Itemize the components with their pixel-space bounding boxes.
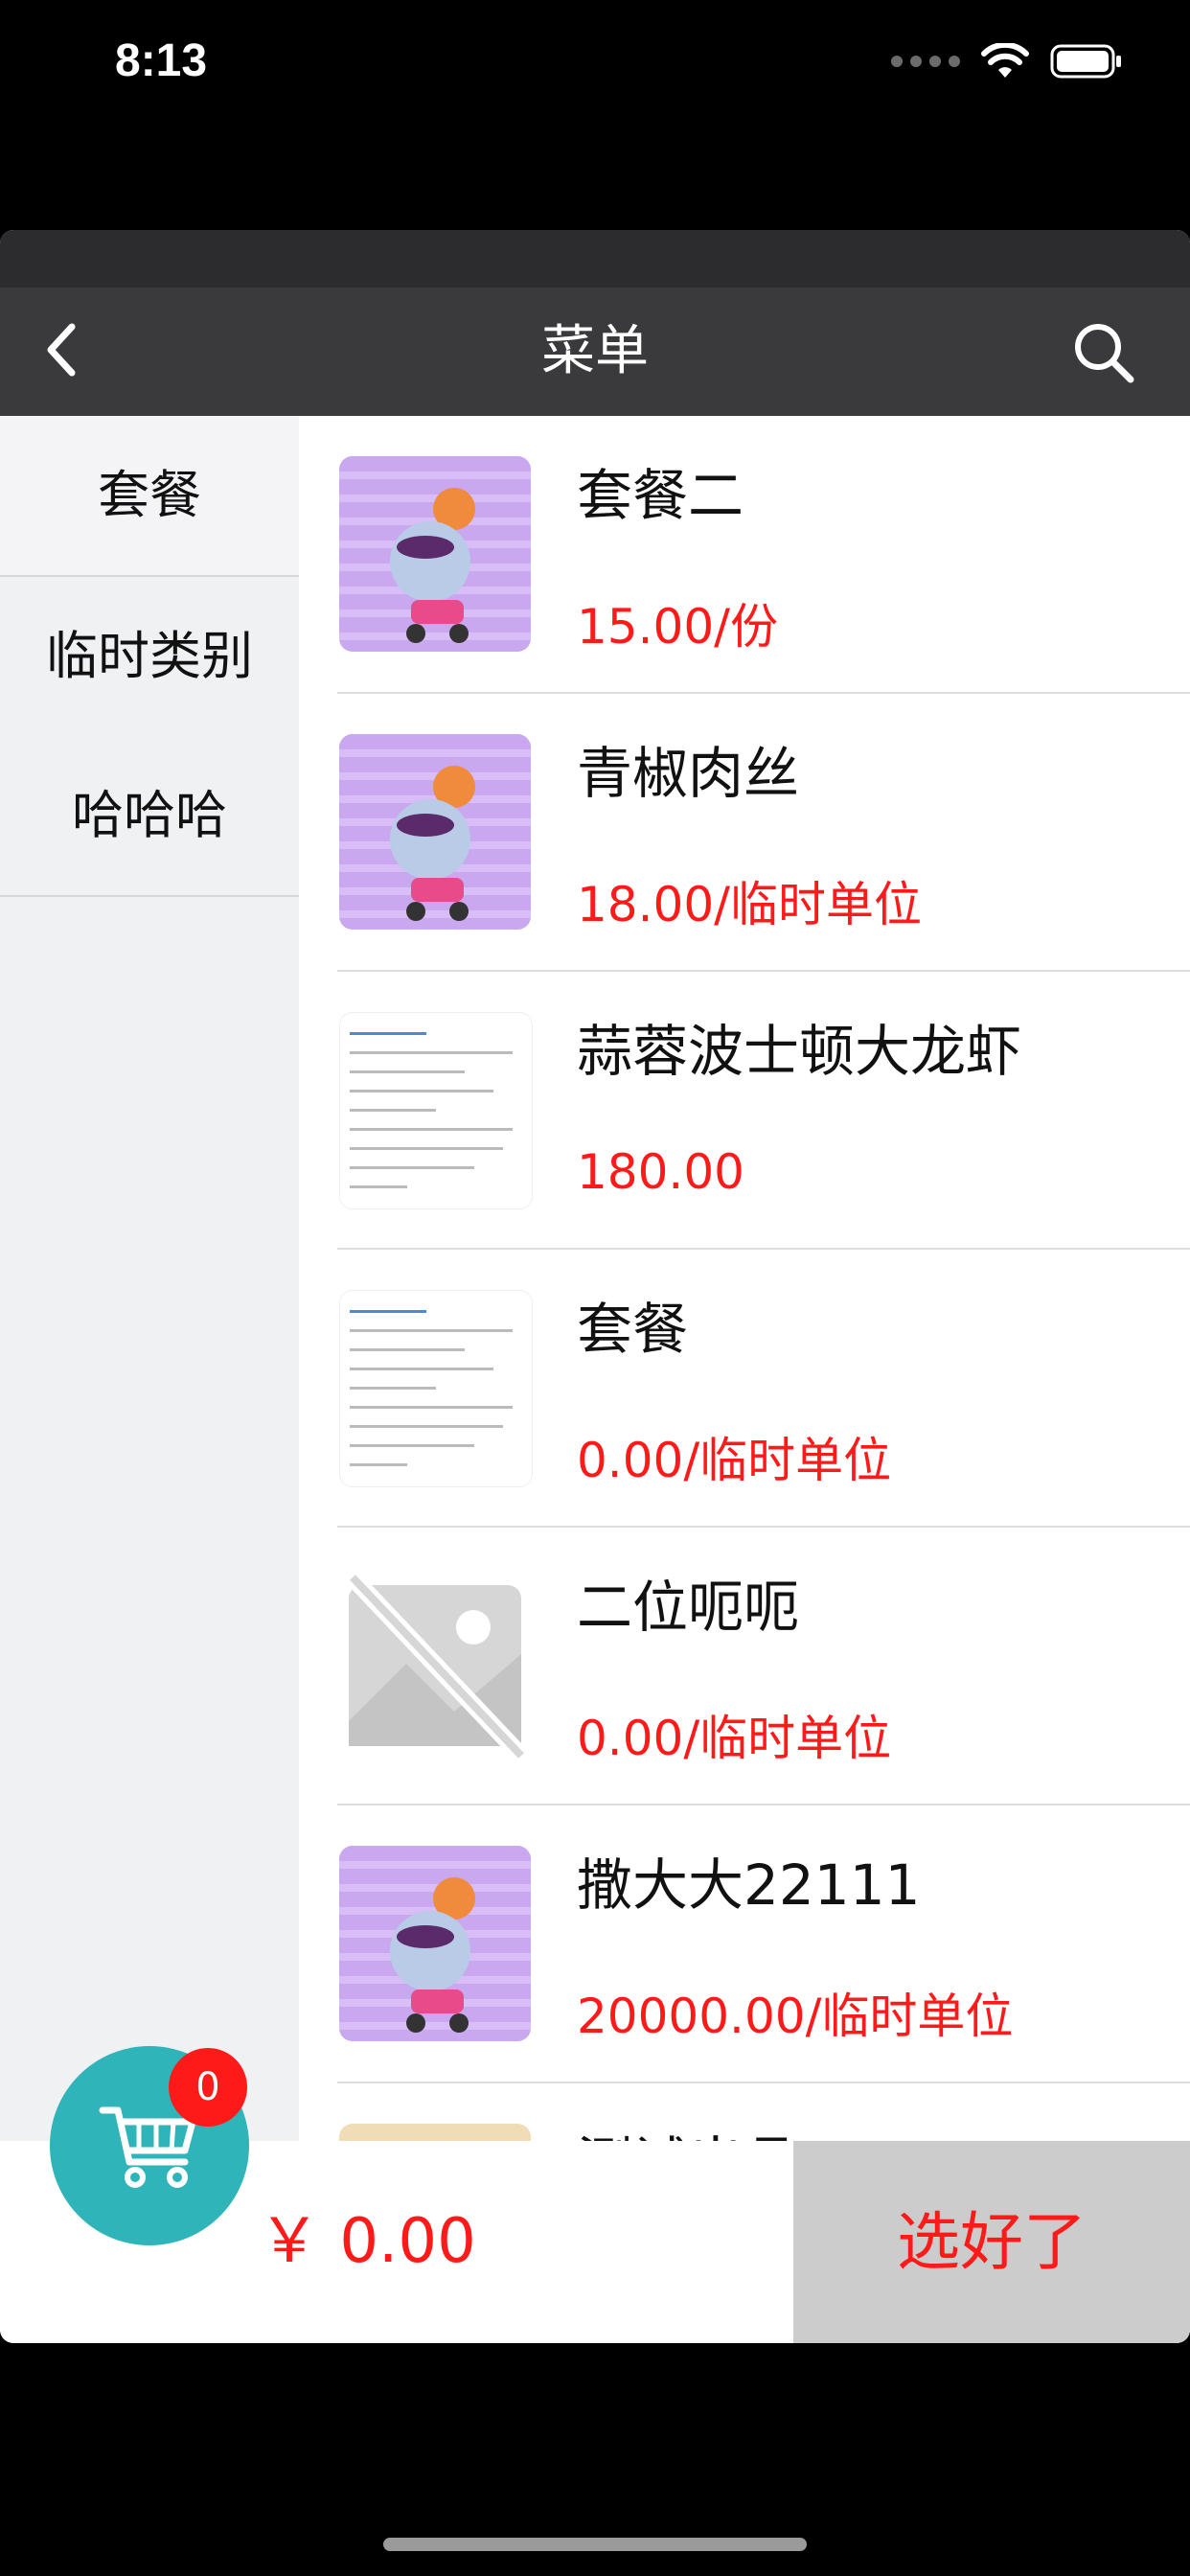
product-name: 撒大大22111 <box>577 1852 921 1918</box>
product-item[interactable]: 测试出品 <box>299 2083 1190 2141</box>
signal-icon <box>891 56 960 67</box>
category-item-hahaha[interactable]: 哈哈哈 <box>0 736 299 897</box>
search-button[interactable] <box>1065 314 1142 391</box>
product-item[interactable]: 蒜蓉波士顿大龙虾 180.00 <box>299 972 1190 1250</box>
navbar: 菜单 <box>0 288 1190 416</box>
chevron-left-icon <box>47 323 76 377</box>
home-indicator[interactable] <box>383 2538 807 2551</box>
product-image <box>339 1290 533 1487</box>
category-sidebar: 套餐 临时类别 哈哈哈 <box>0 416 299 2141</box>
product-list: 套餐二 15.00/份 青椒肉丝 18.00/临时单位 蒜蓉波士顿大龙虾 180… <box>299 416 1190 2141</box>
category-item-set-meal[interactable]: 套餐 <box>0 416 299 577</box>
cart-total: ￥ 0.00 <box>259 2206 476 2277</box>
product-item[interactable]: 套餐 0.00/临时单位 <box>299 1250 1190 1528</box>
product-image <box>339 1846 531 2041</box>
category-item-temporary[interactable]: 临时类别 <box>0 577 299 736</box>
search-icon <box>1075 324 1134 383</box>
status-bar: 8:13 <box>0 0 1190 134</box>
product-item[interactable]: 二位呃呃 0.00/临时单位 <box>299 1528 1190 1806</box>
product-item[interactable]: 套餐二 15.00/份 <box>299 416 1190 694</box>
battery-icon <box>1050 44 1121 79</box>
status-time: 8:13 <box>115 35 208 86</box>
product-name: 套餐二 <box>577 463 744 528</box>
nav-top-strip <box>0 230 1190 288</box>
back-button[interactable] <box>29 316 96 383</box>
product-name: 青椒肉丝 <box>577 741 800 806</box>
cart-count-badge: 0 <box>169 2048 247 2127</box>
status-icons <box>891 42 1123 80</box>
product-item[interactable]: 青椒肉丝 18.00/临时单位 <box>299 694 1190 972</box>
product-image <box>339 1012 533 1209</box>
product-name: 测试出品 <box>577 2118 799 2141</box>
product-name: 蒜蓉波士顿大龙虾 <box>577 1019 1022 1084</box>
product-price: 18.00/临时单位 <box>577 877 922 932</box>
product-name: 二位呃呃 <box>577 1575 800 1640</box>
product-price: 0.00/临时单位 <box>577 1433 892 1488</box>
product-price: 15.00/份 <box>577 599 778 655</box>
product-item[interactable]: 撒大大22111 20000.00/临时单位 <box>299 1806 1190 2083</box>
product-image <box>339 456 531 652</box>
page-title: 菜单 <box>541 320 649 382</box>
product-price: 20000.00/临时单位 <box>577 1989 1014 2044</box>
product-price: 180.00 <box>577 1144 744 1200</box>
checkout-button[interactable]: 选好了 <box>793 2141 1190 2343</box>
product-name: 套餐 <box>577 1297 689 1362</box>
menu-screen: 菜单 套餐 临时类别 哈哈哈 套餐二 15.00/份 青椒肉丝 18.00/临时… <box>0 230 1190 2343</box>
image-placeholder-icon <box>339 1568 531 1763</box>
product-image <box>339 734 531 930</box>
product-price: 0.00/临时单位 <box>577 1711 892 1766</box>
wifi-icon <box>981 43 1029 78</box>
product-image <box>339 2124 531 2141</box>
